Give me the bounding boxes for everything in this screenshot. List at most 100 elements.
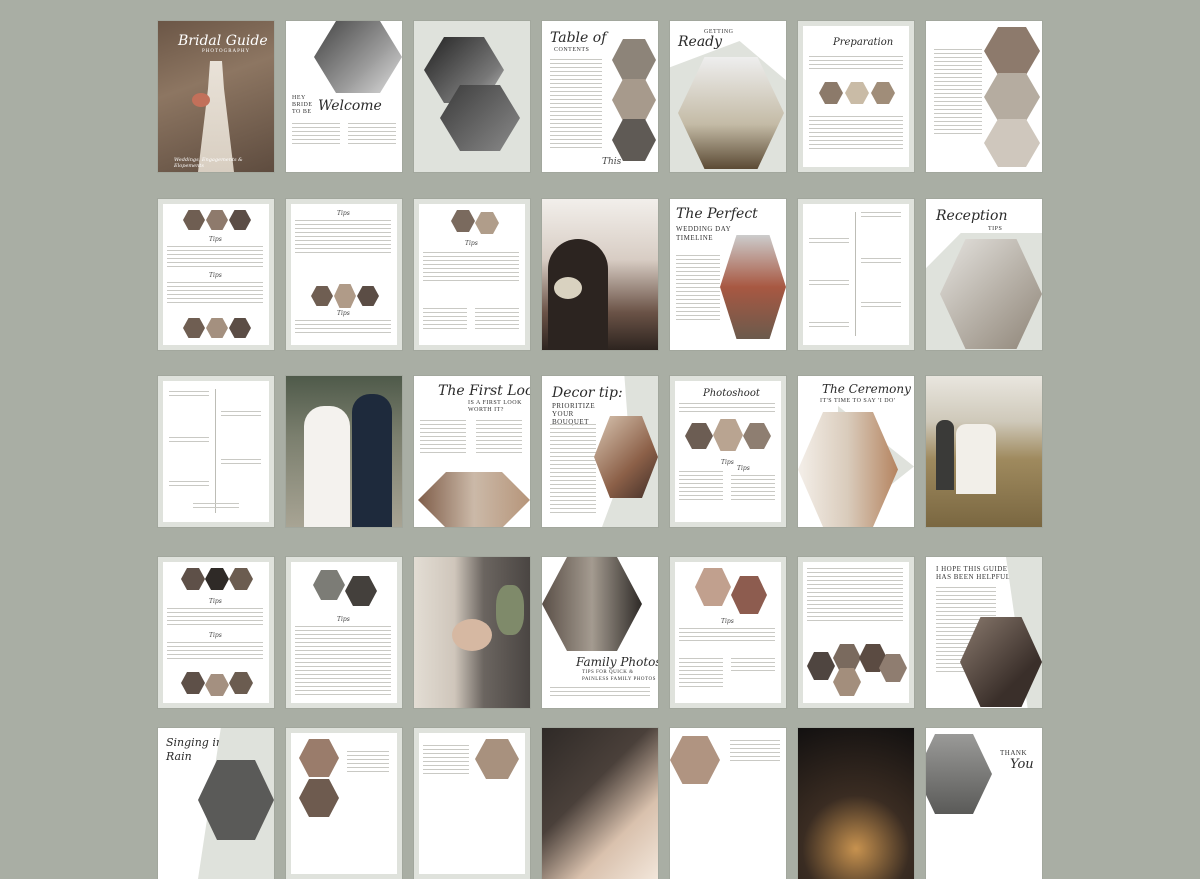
- photo-hexagon: [181, 672, 205, 694]
- text-block: [679, 658, 723, 690]
- photo-hexagon: [313, 570, 345, 600]
- groom-figure: [352, 394, 392, 527]
- photo-hexagon: [314, 21, 402, 93]
- timeline-line: [215, 389, 216, 513]
- page-tips-5[interactable]: Tips: [286, 557, 402, 708]
- page-photo-closeup[interactable]: [542, 728, 658, 879]
- toc-subtitle: CONTENTS: [554, 47, 590, 53]
- page-first-look[interactable]: The First Look IS A FIRST LOOK WORTH IT?: [414, 376, 530, 527]
- text-block: [167, 608, 263, 628]
- tips-heading: Tips: [737, 465, 750, 472]
- decor-title: Decor tip:: [552, 385, 623, 401]
- tips-heading: Tips: [721, 459, 734, 466]
- tips-heading: Tips: [209, 236, 222, 243]
- tips-heading: Tips: [337, 616, 350, 623]
- timeline-entry: [193, 503, 239, 511]
- photo-hexagon: [984, 73, 1040, 121]
- page-cover[interactable]: Bridal Guide PHOTOGRAPHY Weddings, Engag…: [158, 21, 274, 172]
- text-block: [730, 740, 780, 764]
- page-group-photos[interactable]: [798, 557, 914, 708]
- text-block: [731, 475, 775, 503]
- page-photo-couple-2[interactable]: [286, 376, 402, 527]
- photo-hexagon: [205, 568, 229, 590]
- page-table-of-contents[interactable]: Table of CONTENTS This: [542, 21, 658, 172]
- page-text-hex[interactable]: [926, 21, 1042, 172]
- photo-hexagon: [183, 318, 205, 338]
- timeline-entry: [169, 481, 209, 489]
- timeline-entry: [221, 411, 261, 419]
- timeline-entry: [169, 391, 209, 399]
- text-block: [347, 751, 389, 775]
- page-getting-ready[interactable]: GETTING Ready: [670, 21, 786, 172]
- photo-hexagon: [807, 652, 835, 680]
- photo-hexagon: [206, 318, 228, 338]
- text-block: [679, 628, 775, 644]
- photo-hexagon: [713, 419, 743, 451]
- tips-heading: Tips: [337, 310, 350, 317]
- page-text-photo[interactable]: [670, 728, 786, 879]
- page-tips-7[interactable]: [286, 728, 402, 879]
- photo-hexagon: [731, 576, 767, 614]
- photo-hexagon: [299, 779, 339, 817]
- photo-hexagon: [612, 119, 656, 161]
- text-block: [167, 282, 263, 306]
- text-block: [809, 56, 903, 72]
- page-tips-3[interactable]: Tips: [414, 199, 530, 350]
- bride-figure: [198, 61, 234, 172]
- first-look-title: The First Look: [438, 383, 530, 399]
- photo-hexagon: [833, 668, 861, 696]
- reception-title: Reception: [936, 208, 1008, 224]
- page-tips-8[interactable]: [414, 728, 530, 879]
- cover-subtitle: PHOTOGRAPHY: [202, 49, 251, 54]
- page-timeline-2[interactable]: [158, 376, 274, 527]
- hands: [452, 619, 492, 651]
- cover-footer: Weddings, Engagements & Elopements: [174, 157, 243, 169]
- photo-hexagon: [451, 210, 475, 232]
- page-tips-1[interactable]: Tips Tips: [158, 199, 274, 350]
- photo-hexagon: [798, 412, 898, 527]
- photo-hexagon: [984, 119, 1040, 167]
- page-tips-6[interactable]: Tips: [670, 557, 786, 708]
- you-title: You: [1010, 757, 1034, 772]
- family-title: Family Photos: [576, 655, 658, 669]
- page-timeline[interactable]: [798, 199, 914, 350]
- page-photo-night[interactable]: [798, 728, 914, 879]
- page-preparation[interactable]: Preparation: [798, 21, 914, 172]
- photo-hexagon: [926, 734, 992, 814]
- photo-hexagon: [720, 235, 786, 339]
- bouquet: [554, 277, 582, 299]
- page-photoshoot[interactable]: Photoshoot Tips Tips: [670, 376, 786, 527]
- page-reception-tips[interactable]: Reception TIPS: [926, 199, 1042, 350]
- family-subtitle: TIPS FOR QUICK & PAINLESS FAMILY PHOTOS: [582, 670, 656, 682]
- text-block: [348, 123, 396, 147]
- photo-hexagon: [984, 27, 1040, 75]
- text-block: [423, 745, 469, 777]
- page-decor-tip[interactable]: Decor tip: PRIORITIZE YOUR BOUQUET: [542, 376, 658, 527]
- page-hope-helpful[interactable]: I HOPE THIS GUIDE HAS BEEN HELPFUL: [926, 557, 1042, 708]
- tips-heading: Tips: [465, 240, 478, 247]
- page-timeline-intro[interactable]: The Perfect WEDDING DAY TIMELINE: [670, 199, 786, 350]
- text-block: [295, 320, 391, 336]
- page-photo-hands[interactable]: [414, 557, 530, 708]
- timeline-entry: [861, 258, 901, 266]
- page-tips-2[interactable]: Tips Tips: [286, 199, 402, 350]
- page-thank-you[interactable]: THANK You: [926, 728, 1042, 879]
- photo-hexagon: [229, 210, 251, 230]
- groom-figure: [936, 420, 954, 490]
- page-singing-rain[interactable]: Singing in the Rain: [158, 728, 274, 879]
- text-block: [809, 116, 903, 152]
- text-block: [476, 420, 522, 456]
- page-ceremony[interactable]: The Ceremony IT'S TIME TO SAY 'I DO': [798, 376, 914, 527]
- text-block: [420, 420, 466, 456]
- photo-hexagon: [418, 472, 530, 527]
- page-welcome[interactable]: HEY BRIDE TO BE Welcome: [286, 21, 402, 172]
- page-photo-couple[interactable]: [542, 199, 658, 350]
- photo-hexagon: [181, 568, 205, 590]
- timeline-line: [855, 212, 856, 336]
- photo-hexagon: [612, 39, 656, 81]
- ceremony-title: The Ceremony: [822, 382, 911, 396]
- page-hex-photos[interactable]: [414, 21, 530, 172]
- page-tips-4[interactable]: Tips Tips: [158, 557, 274, 708]
- page-photo-field[interactable]: [926, 376, 1042, 527]
- page-family-photos[interactable]: Family Photos TIPS FOR QUICK & PAINLESS …: [542, 557, 658, 708]
